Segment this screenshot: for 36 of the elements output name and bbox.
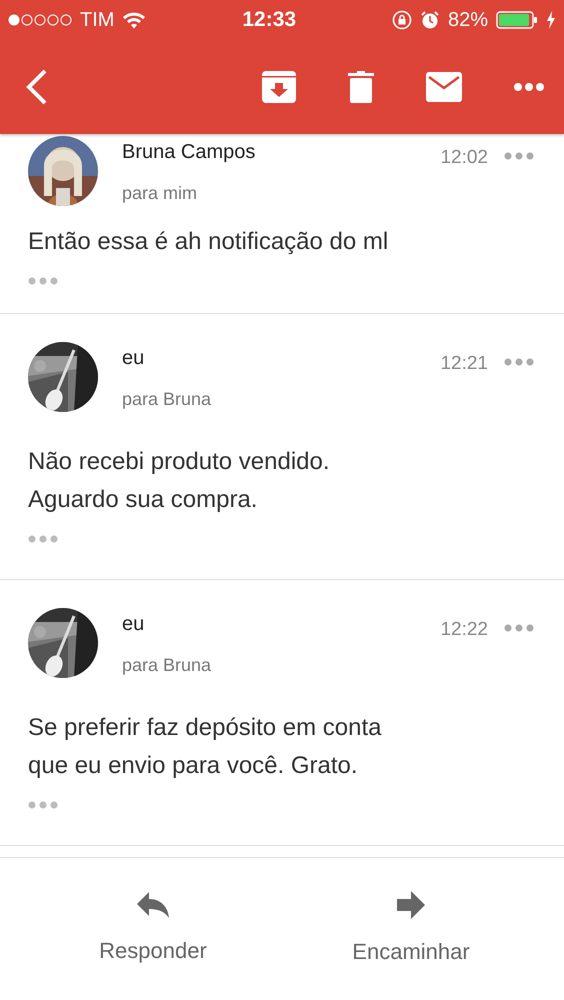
clock-time: 12:33 [242,7,296,34]
battery-icon [496,11,538,29]
forward-icon [397,890,425,918]
recipient-label: para Bruna [122,654,212,677]
reply-icon [137,892,169,918]
charging-icon [546,11,556,29]
rotation-lock-icon [392,10,412,30]
message-body: Se preferir faz depósito em conta que eu envio para você. Grato. [28,713,383,781]
archive-icon[interactable] [262,71,296,103]
expand-icon[interactable] [28,276,58,285]
wifi-icon [122,11,146,29]
signal-icon [8,13,72,27]
mail-icon[interactable] [426,72,462,102]
message-body: Então essa é ah notificação do ml [28,227,390,257]
recipient-label: para mim [122,182,198,205]
message-time: 12:02 [440,146,488,170]
carrier-name: TIM [80,8,114,33]
more-icon[interactable] [504,152,534,160]
message-time: 12:21 [440,352,488,376]
battery-percent: 82% [448,8,488,33]
message-time: 12:22 [440,618,488,642]
message-body: Não recebi produto vendido. Aguardo sua compra. [28,447,331,515]
back-icon[interactable] [26,69,48,105]
sender-name: eu [122,612,146,636]
recipient-label: para Bruna [122,388,212,411]
alarm-icon [420,10,440,30]
more-icon[interactable] [514,83,544,91]
sender-name: Bruna Campos [122,140,256,164]
sender-name: eu [122,346,146,370]
reply-button[interactable]: Responder [53,890,253,968]
expand-icon[interactable] [28,534,58,543]
forward-button[interactable]: Encaminhar [311,890,511,968]
more-icon[interactable] [504,358,534,366]
expand-icon[interactable] [28,800,58,809]
more-icon[interactable] [504,624,534,632]
delete-icon[interactable] [348,71,374,103]
